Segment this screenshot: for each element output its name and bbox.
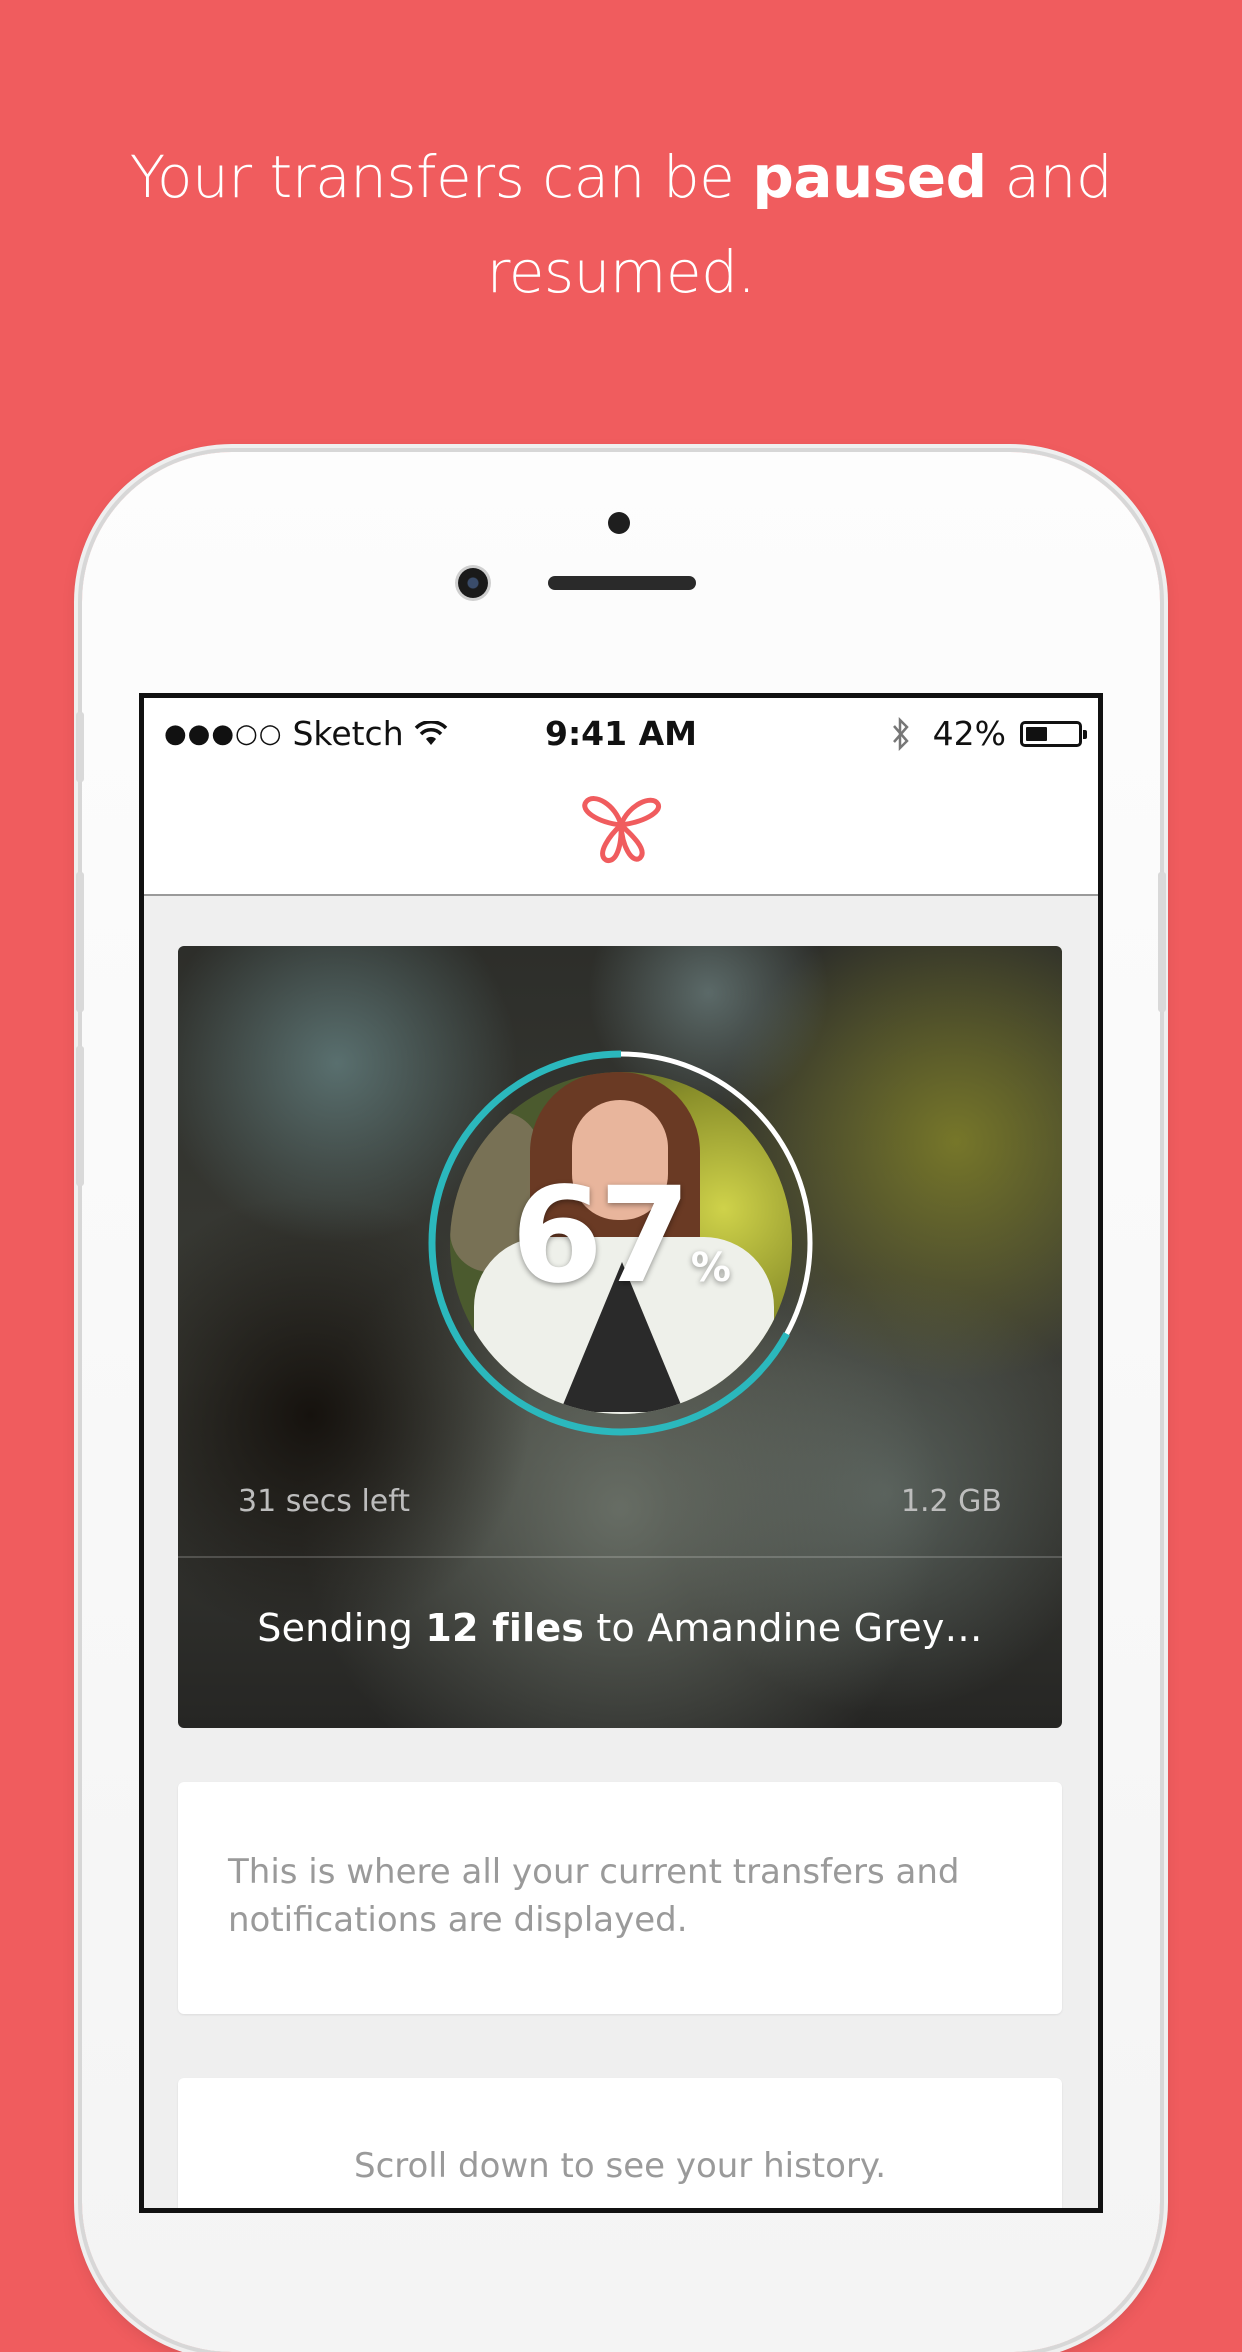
transfer-size: 1.2 GB: [900, 1484, 1002, 1519]
sending-prefix: Sending: [257, 1606, 426, 1650]
progress-value: 67: [511, 1159, 691, 1313]
headline-bold: paused: [752, 143, 987, 211]
nav-bar: [144, 768, 1098, 896]
phone-screen: ●●●○○ Sketch 9:41 AM 42% 67 % 31 secs le…: [144, 698, 1098, 2208]
headline: Your transfers can be paused and resumed…: [0, 130, 1242, 320]
status-right: 42%: [891, 714, 1087, 753]
status-bar: ●●●○○ Sketch 9:41 AM 42%: [144, 698, 1098, 768]
bluetooth-icon: [892, 716, 909, 751]
history-hint-card[interactable]: Scroll down to see your history.: [178, 2078, 1062, 2208]
mute-switch: [76, 712, 84, 782]
battery-fill: [1026, 726, 1047, 741]
progress-percent: 67%: [426, 1166, 816, 1338]
sending-recipient: to Amandine Grey…: [584, 1606, 983, 1650]
card-divider: [178, 1556, 1062, 1558]
volume-up-button: [76, 872, 84, 1012]
battery-cap: [1083, 729, 1087, 739]
history-hint-text: Scroll down to see your history.: [353, 2146, 886, 2186]
volume-down-button: [76, 1046, 84, 1186]
front-camera: [458, 568, 488, 598]
progress-unit: %: [690, 1245, 731, 1291]
notifications-info-card: This is where all your current transfers…: [178, 1782, 1062, 2014]
headline-part1: Your transfers can be: [129, 143, 753, 211]
app-logo-icon: [582, 796, 661, 863]
battery-percent: 42%: [932, 714, 1006, 753]
power-button: [1158, 872, 1166, 1012]
sending-file-count: 12 files: [425, 1606, 585, 1650]
transfer-card[interactable]: 67% 31 secs left 1.2 GB Sending 12 files…: [178, 946, 1062, 1728]
proximity-sensor: [608, 512, 630, 534]
earpiece-speaker: [548, 576, 696, 590]
sending-status: Sending 12 files to Amandine Grey…: [178, 1606, 1062, 1650]
progress-indicator: 67%: [426, 1048, 816, 1438]
time-remaining: 31 secs left: [238, 1484, 411, 1519]
info-card-text: This is where all your current transfers…: [228, 1852, 960, 1940]
battery-icon: [1020, 720, 1087, 747]
